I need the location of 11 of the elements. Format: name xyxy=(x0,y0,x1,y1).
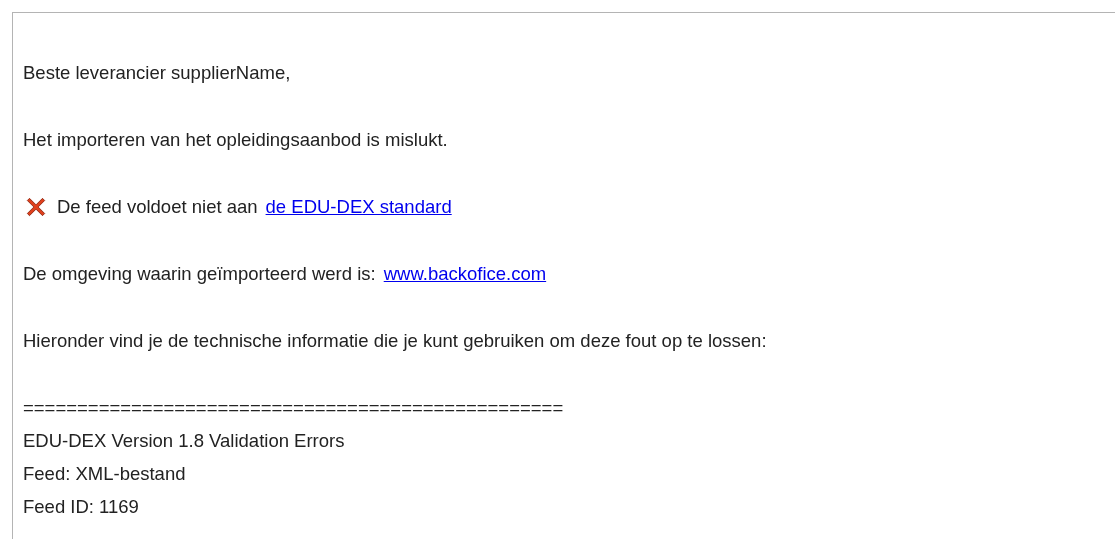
text-line: EDU-DEX Version 1.8 Validation Errors xyxy=(23,429,346,453)
link[interactable]: www.backofice.com xyxy=(383,257,547,290)
link[interactable]: de EDU-DEX standard xyxy=(265,190,452,223)
paragraph: Het importeren van het opleidingsaanbod is mislukt. xyxy=(23,128,449,152)
paragraph-text: De omgeving waarin geïmporteerd werd is: xyxy=(23,262,376,286)
paragraph-text: De feed voldoet niet aan xyxy=(57,195,258,219)
text-line: Feed: XML-bestand xyxy=(23,462,187,486)
text-line: ================================================== xyxy=(23,396,565,420)
paragraph: Hieronder vind je de technische informatie die je kunt gebruiken om deze fout op te lossen: xyxy=(23,329,768,353)
text-line: Feed ID: 1169 xyxy=(23,495,140,519)
paragraph: Beste leverancier supplierName, xyxy=(23,61,292,85)
